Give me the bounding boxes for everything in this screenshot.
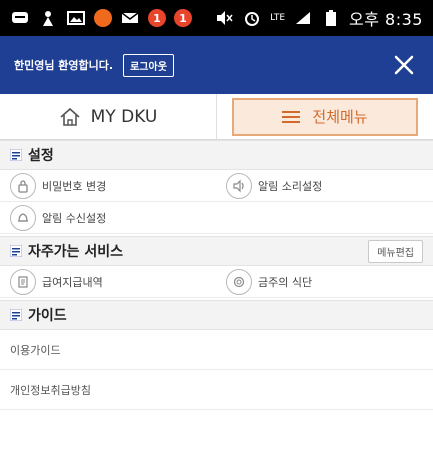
mail-icon: [120, 8, 140, 28]
section-bullet-icon: [10, 149, 22, 161]
section-services-header: 자주가는 서비스 메뉴편집: [0, 236, 433, 266]
notification-badge-1: 1: [148, 9, 166, 27]
person-icon: [38, 8, 58, 28]
close-button[interactable]: [389, 50, 419, 80]
notification-dot-icon: [94, 9, 112, 27]
menu-item-user-guide[interactable]: 이용가이드: [0, 330, 433, 370]
section-bullet-icon: [10, 245, 22, 257]
logout-button[interactable]: 로그아웃: [123, 53, 174, 77]
section-services-title: 자주가는 서비스: [28, 244, 124, 260]
bell-icon: [10, 204, 36, 231]
section-settings-title: 설정: [28, 148, 54, 164]
notification-badge-2: 1: [174, 9, 192, 27]
services-row-1: 급여지급내역 금주의 식단: [0, 266, 433, 298]
tab-all-menu-active[interactable]: 전체메뉴: [232, 97, 418, 136]
menu-item-alarm-receive-label: 알림 수신설정: [42, 211, 107, 225]
menu-item-salary-history[interactable]: 급여지급내역: [0, 268, 216, 295]
lock-icon: [10, 172, 36, 199]
status-time: 오후 8:35: [349, 10, 423, 29]
edit-menu-button[interactable]: 메뉴편집: [368, 239, 423, 263]
app-header: 한민영님 환영합니다. 로그아웃: [0, 36, 433, 94]
welcome-text: 한민영님 환영합니다.: [14, 59, 114, 72]
section-settings-header: 설정: [0, 140, 433, 170]
alarm-icon: [242, 8, 262, 28]
menu-item-change-password[interactable]: 비밀번호 변경: [0, 172, 216, 199]
meal-icon: [226, 268, 252, 295]
menu-icon: [282, 110, 301, 123]
document-icon: [10, 268, 36, 295]
tab-all-menu-label: 전체메뉴: [312, 108, 368, 126]
status-bar: 1 1 LTE 오후 8:35: [0, 0, 433, 36]
menu-item-alarm-sound[interactable]: 알림 소리설정: [216, 172, 432, 199]
home-icon: [60, 107, 80, 126]
menu-item-change-password-label: 비밀번호 변경: [42, 179, 107, 193]
section-guide-header: 가이드: [0, 300, 433, 330]
close-icon: [394, 55, 414, 75]
tab-my-dku[interactable]: MY DKU: [0, 94, 216, 139]
menu-item-alarm-sound-label: 알림 소리설정: [258, 179, 323, 193]
battery-icon: [321, 8, 341, 28]
signal-icon: [293, 8, 313, 28]
mute-icon: [214, 8, 234, 28]
menu-item-privacy-policy-label: 개인정보취급방침: [10, 383, 91, 397]
menu-item-alarm-receive[interactable]: 알림 수신설정: [0, 204, 216, 231]
settings-row-1: 비밀번호 변경 알림 소리설정: [0, 170, 433, 202]
sound-icon: [226, 172, 252, 199]
network-type-label: LTE: [270, 13, 286, 23]
section-guide-title: 가이드: [28, 308, 67, 324]
gallery-icon: [66, 8, 86, 28]
menu-item-privacy-policy[interactable]: 개인정보취급방침: [0, 370, 433, 410]
settings-row-2: 알림 수신설정: [0, 202, 433, 234]
chat-icon: [10, 8, 30, 28]
main-tabs: MY DKU 전체메뉴: [0, 94, 433, 140]
menu-item-salary-history-label: 급여지급내역: [42, 275, 103, 289]
section-bullet-icon: [10, 309, 22, 321]
menu-item-weekly-meal-label: 금주의 식단: [258, 275, 313, 289]
tab-all-menu[interactable]: 전체메뉴: [216, 94, 433, 139]
tab-my-dku-label: MY DKU: [90, 106, 158, 127]
menu-item-weekly-meal[interactable]: 금주의 식단: [216, 268, 432, 295]
menu-item-user-guide-label: 이용가이드: [10, 343, 61, 357]
